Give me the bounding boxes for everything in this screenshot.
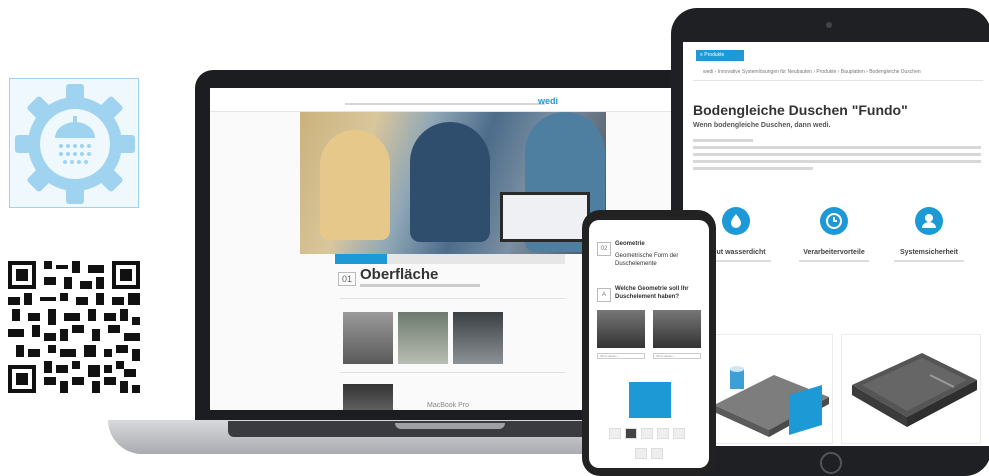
question-title: Welche Geometrie soll Ihr Duschelement h… [615, 286, 689, 300]
surface-option[interactable] [398, 312, 448, 364]
laptop-notch [395, 423, 505, 429]
tablet-screen: ≡ Produkte wedi - Innovative Systemlösun… [683, 42, 989, 446]
step-title: Geometrie [615, 241, 645, 247]
feature-text [799, 260, 869, 262]
clock-icon [820, 207, 848, 235]
question-row [340, 372, 565, 381]
surface-option[interactable] [343, 312, 393, 364]
surface-option[interactable] [453, 312, 503, 364]
phone-screen: 02 Geometrie Geometrische Form der Dusch… [589, 220, 709, 468]
prev-button[interactable] [635, 448, 647, 459]
question-number: A [597, 288, 611, 302]
geometry-option[interactable] [653, 310, 701, 348]
page-title: Bodengleiche Duschen "Fundo" [693, 102, 908, 118]
hero-laptop [500, 192, 590, 242]
section-number: 01 [338, 272, 356, 286]
person-center [410, 122, 490, 242]
nav-links[interactable] [345, 103, 545, 105]
product-card[interactable] [841, 334, 981, 444]
worker-icon [915, 207, 943, 235]
geometry-select[interactable]: – Bitte wählen – [653, 353, 701, 359]
shower-gear-tile [9, 78, 139, 208]
divider [693, 80, 983, 81]
feature-text [894, 260, 964, 262]
shower-tray-render [852, 353, 977, 427]
pager-dot[interactable] [673, 428, 685, 439]
step-number: 02 [597, 242, 611, 256]
pager-dot-active[interactable] [625, 428, 637, 439]
section-title: Oberfläche [360, 266, 439, 283]
feature-processor: Verarbeitervorteile [791, 207, 877, 262]
geometry-select[interactable]: – Bitte wählen – [597, 353, 645, 359]
question-row [340, 298, 565, 307]
qr-code [8, 261, 140, 393]
pager-dot[interactable] [609, 428, 621, 439]
water-drop-icon [722, 207, 750, 235]
pager-dot[interactable] [641, 428, 653, 439]
tablet-home-button[interactable] [820, 452, 842, 474]
feature-title: Systemsicherheit [900, 249, 958, 256]
info-banner[interactable] [629, 382, 671, 418]
section-subtitle [360, 284, 480, 287]
pager-dot[interactable] [657, 428, 669, 439]
feature-system: Systemsicherheit [886, 207, 972, 262]
tablet-camera [826, 22, 832, 28]
site-nav: wedi [210, 88, 686, 112]
breadcrumb[interactable]: wedi - Innovative Systemlösungen für Neu… [703, 69, 983, 78]
shower-gear-icon [15, 84, 135, 204]
intro-text [693, 139, 981, 174]
site-logo[interactable]: wedi [538, 96, 558, 106]
feature-title: Verarbeitervorteile [803, 249, 865, 256]
geometry-option[interactable] [597, 310, 645, 348]
active-tab[interactable] [335, 254, 387, 264]
hero-photo [300, 112, 606, 254]
person-left [320, 130, 390, 240]
step-subtitle: Geometrische Form der Duschelemente [615, 253, 679, 267]
next-button[interactable] [651, 448, 663, 459]
page-subtitle: Wenn bodengleiche Duschen, dann wedi. [693, 122, 831, 129]
products-button[interactable]: ≡ Produkte [696, 50, 744, 61]
